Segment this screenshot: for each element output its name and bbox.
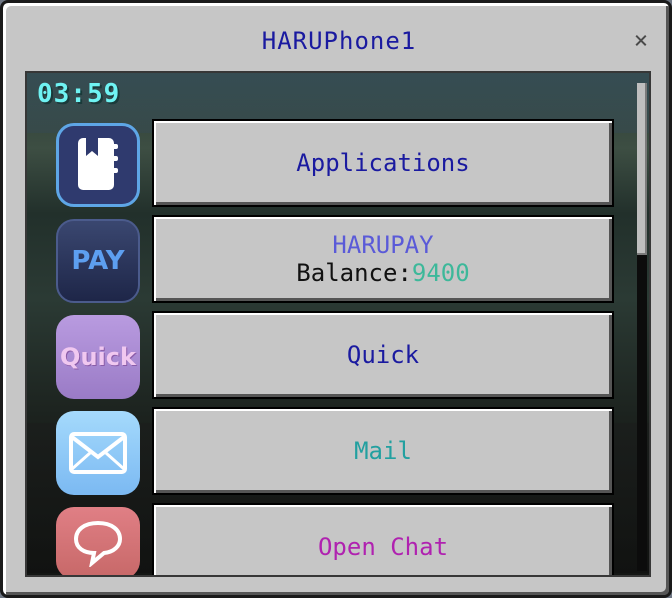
harupay-button[interactable]: HARUPAY Balance:9400 — [152, 215, 614, 303]
balance-value: 9400 — [411, 259, 470, 287]
balance-line: Balance:9400 — [296, 259, 469, 287]
mail-button[interactable]: Mail — [152, 407, 614, 495]
applications-button[interactable]: Applications — [152, 119, 614, 207]
close-icon[interactable]: × — [629, 28, 653, 52]
scrollbar[interactable] — [637, 83, 647, 571]
window-title: HARUPhone1 — [261, 27, 417, 55]
open-chat-button[interactable]: Open Chat — [152, 503, 614, 575]
pay-icon-text: PAY — [71, 246, 125, 276]
phone-window: HARUPhone1 × 03:59 Applications PAY HARU… — [0, 0, 672, 598]
harupay-title: HARUPAY — [332, 231, 434, 259]
quick-label: Quick — [346, 341, 420, 369]
quick-icon[interactable]: Quick — [56, 315, 140, 399]
quick-button[interactable]: Quick — [152, 311, 614, 399]
open-chat-label: Open Chat — [317, 533, 449, 561]
phone-screen: 03:59 Applications PAY HARUPAY Balance:9… — [25, 71, 651, 577]
scrollbar-thumb[interactable] — [637, 83, 647, 255]
book-icon[interactable] — [56, 123, 140, 207]
chat-bubble-icon[interactable] — [56, 507, 140, 575]
quick-icon-text: Quick — [60, 343, 136, 371]
pay-icon[interactable]: PAY — [56, 219, 140, 303]
mail-label: Mail — [354, 437, 412, 465]
clock: 03:59 — [37, 79, 121, 109]
mail-icon[interactable] — [56, 411, 140, 495]
balance-label: Balance: — [296, 259, 412, 287]
applications-label: Applications — [296, 149, 470, 177]
